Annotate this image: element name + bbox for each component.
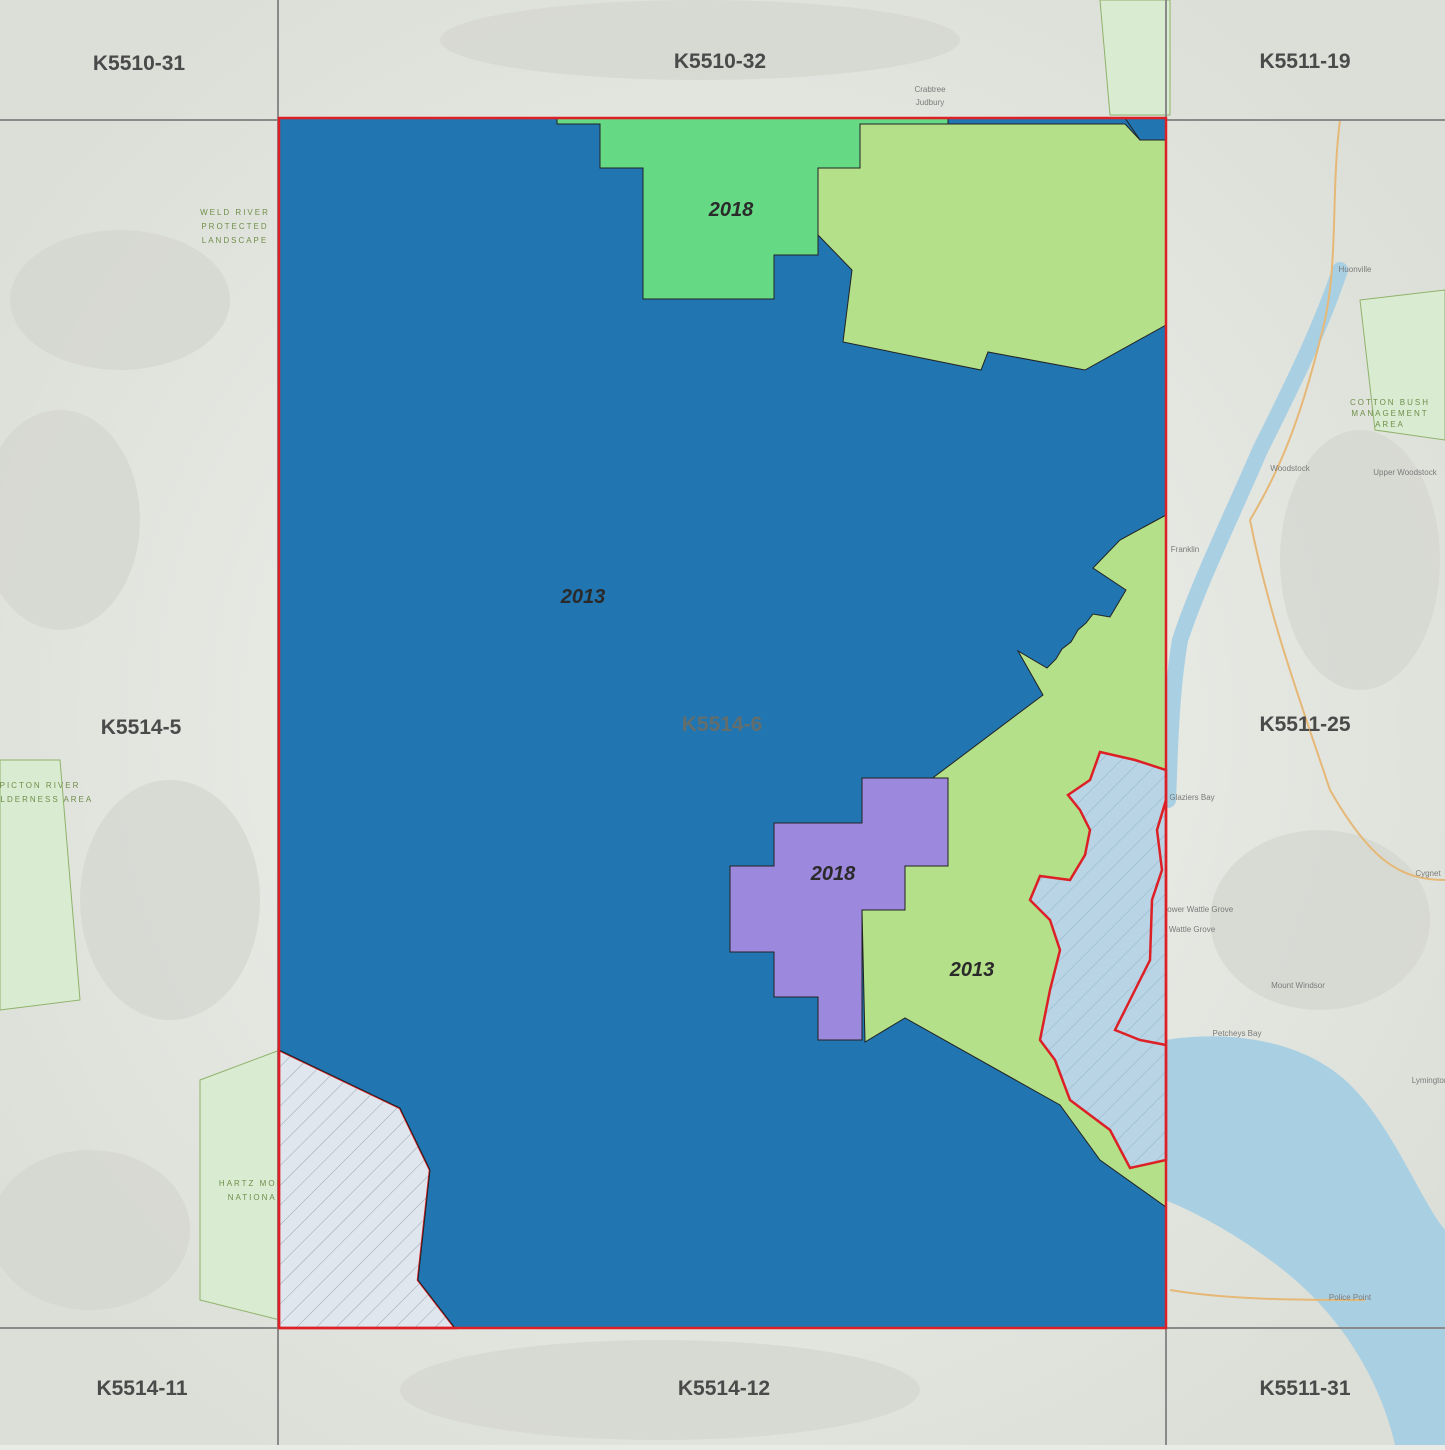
place-woodstock: Woodstock	[1270, 464, 1310, 473]
tile-label-se[interactable]: K5511-31	[1259, 1377, 1350, 1400]
place-franklin: Franklin	[1171, 545, 1199, 554]
coverage-polygon-northeast[interactable]	[817, 123, 1167, 371]
picton-label-1: PICTON RIVER	[0, 781, 80, 790]
picton-label-2: WILDERNESS AREA	[0, 795, 93, 804]
tile-label-w[interactable]: K5514-5	[101, 716, 182, 739]
weld-river-label-1: WELD RIVER	[200, 208, 270, 217]
map-svg[interactable]: WELD RIVER PROTECTED LANDSCAPE PICTON RI…	[0, 0, 1445, 1445]
cotton-bush-label-2: MANAGEMENT	[1351, 409, 1428, 418]
place-judbury: Judbury	[916, 98, 944, 107]
year-label-main-2013: 2013	[560, 586, 606, 608]
cotton-bush-label-3: AREA	[1375, 420, 1405, 429]
tile-label-sw[interactable]: K5514-11	[96, 1377, 187, 1400]
cotton-bush-label-1: COTTON BUSH	[1350, 398, 1430, 407]
current-tile-label: K5514-6	[682, 713, 763, 736]
place-police-point: Police Point	[1329, 1293, 1372, 1302]
place-upper-woodstock: Upper Woodstock	[1373, 468, 1437, 477]
place-crabtree: Crabtree	[914, 85, 946, 94]
tile-label-e[interactable]: K5511-25	[1259, 713, 1350, 736]
tile-label-ne[interactable]: K5511-19	[1259, 50, 1350, 73]
weld-river-label-2: PROTECTED	[201, 222, 268, 231]
year-label-purple-2018: 2018	[810, 863, 856, 885]
place-lower-wattle-grove: Lower Wattle Grove	[1163, 905, 1234, 914]
tile-label-n[interactable]: K5510-32	[674, 50, 766, 73]
tile-label-s[interactable]: K5514-12	[678, 1377, 770, 1400]
map-canvas[interactable]: WELD RIVER PROTECTED LANDSCAPE PICTON RI…	[0, 0, 1445, 1445]
place-wattle-grove: Wattle Grove	[1169, 925, 1216, 934]
place-huonville: Huonville	[1339, 265, 1372, 274]
place-mount-windsor: Mount Windsor	[1271, 981, 1325, 990]
place-glaziers-bay: Glaziers Bay	[1169, 793, 1214, 802]
weld-river-label-3: LANDSCAPE	[202, 236, 268, 245]
place-petcheys-bay: Petcheys Bay	[1213, 1029, 1262, 1038]
year-label-east-2013: 2013	[949, 959, 995, 981]
tile-label-nw[interactable]: K5510-31	[93, 52, 186, 75]
place-lymington: Lymington	[1412, 1076, 1445, 1085]
year-label-north-2018: 2018	[708, 199, 754, 221]
place-cygnet: Cygnet	[1415, 869, 1441, 878]
